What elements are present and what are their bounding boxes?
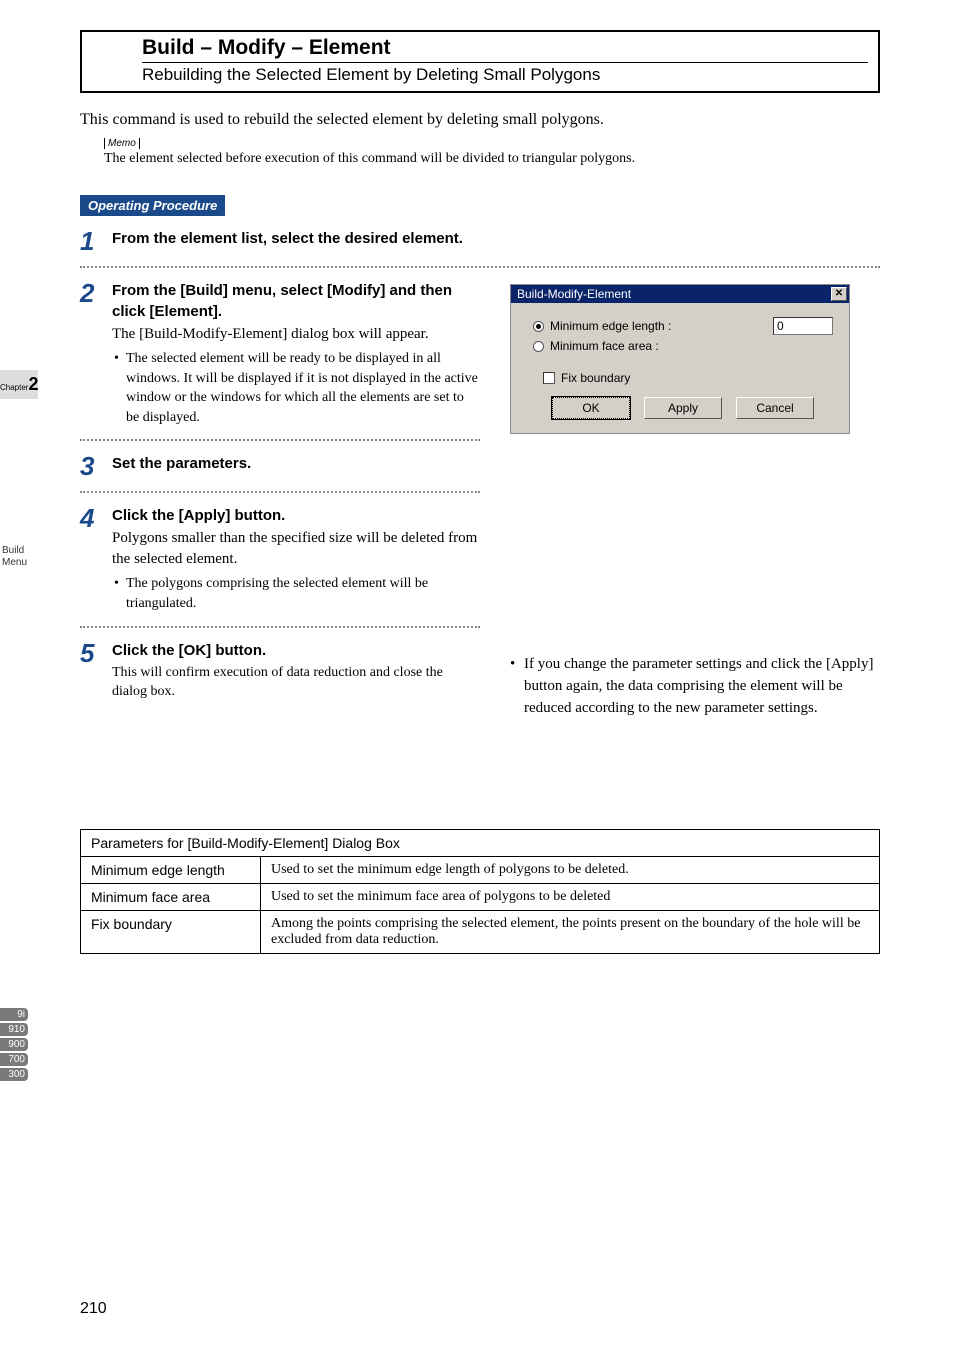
step-number: 4 [80,505,112,531]
param-name: Minimum face area [81,884,261,911]
checkbox-fix-boundary[interactable]: Fix boundary [543,371,833,385]
step-title: From the element list, select the desire… [112,228,880,249]
step-number: 5 [80,640,112,666]
close-icon: ✕ [835,288,843,299]
divider [80,491,480,493]
operating-procedure-label: Operating Procedure [80,195,225,216]
length-input[interactable] [773,317,833,335]
radio-min-edge-length[interactable]: Minimum edge length : [533,317,833,335]
param-desc: Used to set the minimum face area of pol… [261,884,880,911]
step-5: 5 Click the [OK] button. This will confi… [80,640,480,702]
step-desc: Polygons smaller than the specified size… [112,528,480,570]
radio-min-face-area[interactable]: Minimum face area : [533,339,833,353]
title-bar: Build – Modify – Element Rebuilding the … [80,30,880,93]
divider [80,439,480,441]
apply-button[interactable]: Apply [644,397,722,419]
chapter-tab: Chapter2 [0,370,38,399]
step-desc: This will confirm execution of data redu… [112,663,480,702]
step-2: 2 From the [Build] menu, select [Modify]… [80,280,480,427]
parameters-table: Parameters for [Build-Modify-Element] Di… [80,829,880,954]
radio-label: Minimum face area : [550,339,833,353]
cancel-button[interactable]: Cancel [736,397,814,419]
checkbox-label: Fix boundary [561,371,833,385]
tag-9i: 9i [0,1008,28,1021]
radio-icon [533,321,544,332]
side-note: If you change the parameter settings and… [510,654,880,719]
sidebar-menu: Menu [2,557,27,569]
param-desc: Among the points comprising the selected… [261,911,880,954]
step-title: Set the parameters. [112,453,480,474]
dialog-title: Build-Modify-Element [517,287,631,301]
param-name: Minimum edge length [81,857,261,884]
build-modify-element-dialog: Build-Modify-Element ✕ Minimum edge leng… [510,284,850,434]
page-number: 210 [80,1300,107,1318]
step-number: 1 [80,228,112,254]
step-title: Click the [OK] button. [112,640,480,661]
step-3: 3 Set the parameters. [80,453,480,479]
table-header: Parameters for [Build-Modify-Element] Di… [81,830,880,857]
step-number: 2 [80,280,112,306]
model-tags: 9i 910 900 700 300 [0,1008,28,1083]
sidebar-build: Build [2,545,27,557]
step-1: 1 From the element list, select the desi… [80,228,880,254]
tag-910: 910 [0,1023,28,1036]
table-row: Fix boundary Among the points comprising… [81,911,880,954]
step-desc: The [Build-Modify-Element] dialog box wi… [112,324,480,345]
step-bullet: The polygons comprising the selected ele… [112,574,480,613]
step-title: Click the [Apply] button. [112,505,480,526]
memo-text: The element selected before execution of… [104,151,880,167]
divider [80,266,880,268]
ok-button[interactable]: OK [552,397,630,419]
checkbox-icon [543,372,555,384]
table-row: Minimum edge length Used to set the mini… [81,857,880,884]
memo-tag: Memo [104,138,140,149]
chapter-label: Chapter [0,383,28,392]
dialog-titlebar[interactable]: Build-Modify-Element ✕ [511,285,849,303]
tag-300: 300 [0,1068,28,1081]
page-subtitle: Rebuilding the Selected Element by Delet… [142,65,868,85]
tag-700: 700 [0,1053,28,1066]
radio-icon [533,341,544,352]
chapter-number: 2 [28,374,38,394]
param-name: Fix boundary [81,911,261,954]
param-desc: Used to set the minimum edge length of p… [261,857,880,884]
table-row: Minimum face area Used to set the minimu… [81,884,880,911]
page-title: Build – Modify – Element [142,36,868,63]
divider [80,626,480,628]
step-bullet: The selected element will be ready to be… [112,349,480,427]
step-title: From the [Build] menu, select [Modify] a… [112,280,480,322]
sidebar-section-label: Build Menu [2,545,27,569]
radio-label: Minimum edge length : [550,319,773,333]
step-number: 3 [80,453,112,479]
close-button[interactable]: ✕ [831,287,847,301]
intro-text: This command is used to rebuild the sele… [80,111,880,129]
tag-900: 900 [0,1038,28,1051]
step-4: 4 Click the [Apply] button. Polygons sma… [80,505,480,613]
